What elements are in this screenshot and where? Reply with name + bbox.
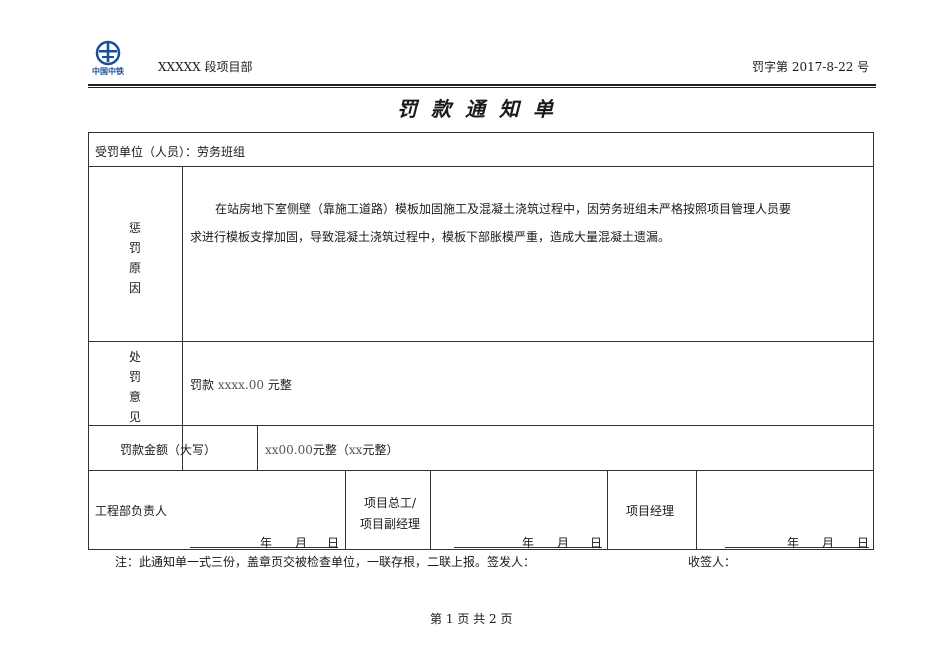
amount-value: xx00.00元整（xx元整）	[265, 443, 399, 457]
page-number: 第 1 页 共 2 页	[430, 612, 513, 626]
header-rule-thin	[88, 87, 876, 88]
page-title: 罚款通知单	[397, 97, 567, 121]
footnote: 注：此通知单一式三份，盖章页交被检查单位，一联存根，二联上报。签发人：	[115, 555, 536, 569]
sig-divider	[430, 470, 431, 550]
project-manager-label: 项目经理	[626, 504, 675, 518]
penalized-unit: 受罚单位（人员）：劳务班组	[95, 145, 246, 159]
opinion-label: 处 罚 意 见	[128, 350, 141, 424]
amount-column-divider	[257, 425, 258, 471]
penalty-opinion: 罚款 xxxx.00 元整	[190, 378, 292, 392]
reason-text-line2: 求进行模板支撑加固，导致混凝土浇筑过程中，模板下部胀模严重，造成大量混凝土遗漏。	[190, 230, 671, 244]
engineering-head-label: 工程部负责人	[95, 504, 168, 518]
date-field-1[interactable]: 年 月 日	[190, 534, 339, 550]
amount-label: 罚款金额（大写）	[120, 443, 217, 457]
row-divider	[88, 166, 874, 167]
company-logo: 中国中铁	[88, 40, 128, 78]
logo-text: 中国中铁	[92, 67, 124, 76]
document-number: 罚字第 2017-8-22 号	[752, 60, 870, 74]
sig-divider	[607, 470, 608, 550]
project-dept: XXXXX 段项目部	[158, 60, 253, 74]
row-divider	[88, 425, 874, 426]
header-rule	[88, 84, 876, 86]
date-field-2[interactable]: 年 月 日	[454, 534, 602, 550]
receiver-label: 收签人：	[688, 555, 737, 569]
reason-text-line1: 在站房地下室侧壁（靠施工道路）模板加固施工及混凝土浇筑过程中，因劳务班组未严格按…	[215, 202, 792, 216]
row-divider	[88, 470, 874, 471]
date-field-3[interactable]: 年 月 日	[725, 534, 869, 550]
sig-divider	[345, 470, 346, 550]
sig-divider	[696, 470, 697, 550]
chief-engineer-label: 项目总工/ 项目副经理	[359, 496, 420, 531]
reason-label: 惩 罚 原 因	[128, 221, 141, 295]
row-divider	[88, 341, 874, 342]
